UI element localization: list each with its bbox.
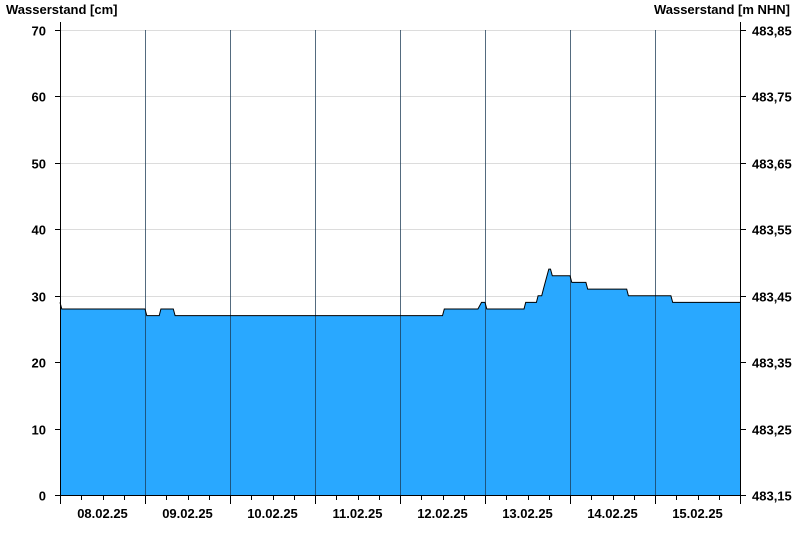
x-tick-label: 11.02.25 xyxy=(333,506,383,521)
x-tick-label: 08.02.25 xyxy=(77,506,128,521)
right-tick-label: 483,25 xyxy=(752,423,792,438)
x-tick-label: 10.02.25 xyxy=(247,506,298,521)
left-tick-label: 20 xyxy=(32,356,46,371)
right-tick-label: 483,55 xyxy=(752,223,792,238)
left-tick-label: 50 xyxy=(32,157,46,172)
right-axis-title: Wasserstand [m NHN] xyxy=(654,2,790,17)
left-tick-label: 0 xyxy=(39,489,46,504)
right-tick-label: 483,75 xyxy=(752,90,792,105)
water-level-chart: Wasserstand [cm] Wasserstand [m NHN] 0 10… xyxy=(6,2,792,521)
left-tick-label: 30 xyxy=(32,290,46,305)
right-tick-label: 483,35 xyxy=(752,356,792,371)
left-tick-label: 60 xyxy=(32,90,46,105)
x-tick-label: 12.02.25 xyxy=(417,506,468,521)
right-tick-label: 483,85 xyxy=(752,24,792,39)
left-tick-label: 10 xyxy=(32,423,46,438)
x-tick-label: 14.02.25 xyxy=(587,506,638,521)
left-axis-title: Wasserstand [cm] xyxy=(6,2,118,17)
left-tick-label: 40 xyxy=(32,223,46,238)
left-tick-label: 70 xyxy=(32,24,46,39)
right-tick-label: 483,15 xyxy=(752,489,792,504)
x-tick-label: 13.02.25 xyxy=(502,506,553,521)
right-tick-label: 483,45 xyxy=(752,290,792,305)
x-tick-label: 09.02.25 xyxy=(162,506,213,521)
right-tick-label: 483,65 xyxy=(752,157,792,172)
x-tick-label: 15.02.25 xyxy=(672,506,723,521)
